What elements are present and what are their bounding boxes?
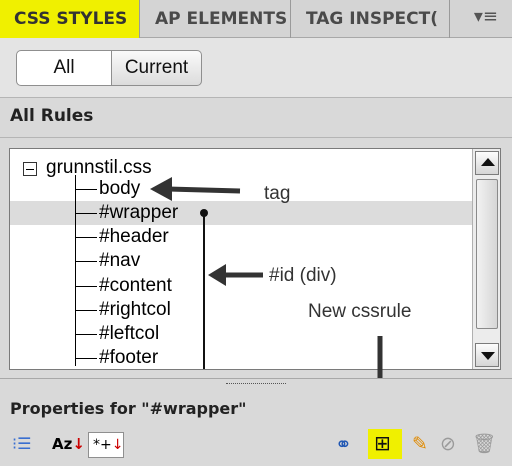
tab-tag-inspector[interactable]: TAG INSPECT( (292, 0, 450, 38)
new-rule-annotation: New cssrule (308, 301, 412, 322)
tag-arrow (150, 177, 241, 201)
category-view-icon[interactable]: ⁝☰ (12, 433, 31, 455)
properties-section: Properties for "#wrapper" ⁝☰ Az↓ *+↓ ⚭ ⊞… (0, 378, 512, 466)
all-mode-button[interactable]: All (16, 50, 112, 86)
panel-menu-icon[interactable]: ▾≡ (474, 6, 498, 27)
sort-az-icon[interactable]: Az↓ (52, 433, 85, 455)
properties-title: Properties for "#wrapper" (10, 399, 247, 418)
scroll-up-button[interactable] (475, 151, 499, 175)
tab-ap-elements[interactable]: AP ELEMENTS (141, 0, 291, 38)
sort-az-label: Az (52, 435, 73, 453)
new-css-rule-icon[interactable]: ⊞ (374, 432, 391, 454)
show-set-properties-button[interactable]: *+↓ (88, 432, 124, 458)
tag-annotation: tag (264, 183, 291, 204)
scroll-down-button[interactable] (475, 343, 499, 367)
scroll-thumb[interactable] (476, 179, 498, 329)
rules-tree: grunnstil.css body #wrapper #header #nav… (9, 148, 501, 370)
edit-rule-icon[interactable]: ✎ (412, 433, 428, 455)
annotation-arrows (150, 177, 263, 286)
disable-property-icon[interactable]: ⊘ (440, 433, 456, 455)
id-arrow (208, 264, 263, 286)
rules-tree-panel: grunnstil.css body #wrapper #header #nav… (0, 138, 512, 408)
attach-stylesheet-icon[interactable]: ⚭ (335, 433, 352, 455)
resize-grip[interactable] (226, 383, 286, 385)
all-rules-header: All Rules (0, 98, 512, 138)
delete-rule-icon[interactable]: 🗑 (472, 433, 496, 455)
mode-toggle-row: All Current (0, 38, 512, 98)
show-set-properties-icon: *+↓ (93, 437, 124, 453)
tab-css-styles[interactable]: CSS STYLES (0, 0, 140, 38)
id-div-annotation: #id (div) (269, 265, 337, 286)
current-mode-button[interactable]: Current (112, 50, 202, 86)
show-set-label: *+ (93, 437, 112, 453)
all-rules-label: All Rules (10, 106, 94, 126)
panel-tab-bar: CSS STYLES AP ELEMENTS TAG INSPECT( ▾≡ (0, 0, 512, 38)
tree-scrollbar[interactable] (472, 149, 500, 369)
